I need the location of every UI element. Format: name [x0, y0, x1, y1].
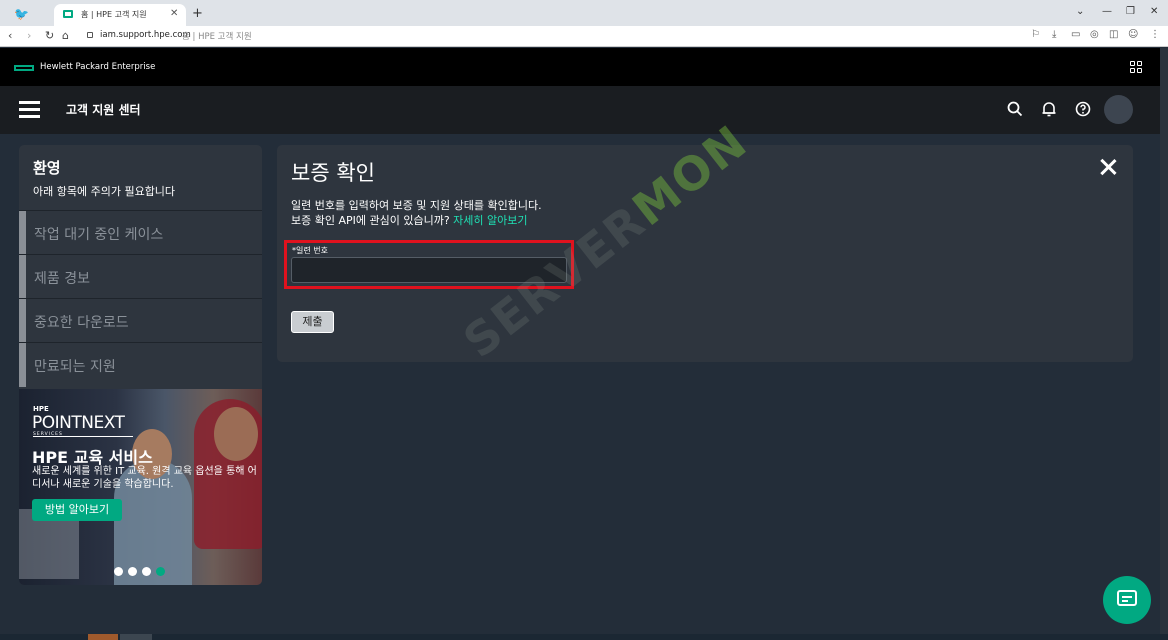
- sidebar-item-label: 만료되는 지원: [34, 359, 116, 375]
- bell-icon[interactable]: [1040, 100, 1058, 118]
- hamburger-menu-icon[interactable]: [19, 101, 40, 118]
- browser-tab-active[interactable]: 홈 | HPE 고객 지원 ✕: [54, 4, 186, 26]
- lock-icon: [87, 32, 93, 38]
- sidebar-item-indicator: [19, 299, 26, 343]
- sidebar-item-label: 작업 대기 중인 케이스: [34, 227, 164, 243]
- tab-close-icon[interactable]: ✕: [170, 8, 178, 19]
- page-title: 보증 확인: [291, 161, 375, 185]
- twitter-bird-icon: 🐦: [14, 7, 29, 21]
- download-icon[interactable]: ⤓: [1052, 29, 1056, 40]
- sidebar-item-product-alerts[interactable]: 제품 경보: [19, 254, 262, 299]
- browser-tab-inactive[interactable]: 🐦: [0, 4, 52, 26]
- welcome-panel: 환영 아래 항목에 주의가 필요합니다 작업 대기 중인 케이스 제품 경보 중…: [19, 145, 262, 585]
- restore-icon[interactable]: ❐: [1126, 6, 1135, 17]
- welcome-subtitle: 아래 항목에 주의가 필요합니다: [33, 185, 176, 198]
- close-icon[interactable]: [1100, 159, 1117, 175]
- serial-number-label: *일련 번호: [292, 246, 328, 255]
- sidebar-item-label: 중요한 다운로드: [34, 315, 129, 331]
- carousel-dot[interactable]: [142, 567, 151, 576]
- profile-icon[interactable]: ☺: [1128, 29, 1138, 40]
- warranty-api-note: 보증 확인 API에 관심이 있습니까? 자세히 알아보기: [291, 212, 528, 228]
- hpe-brand-name[interactable]: Hewlett Packard Enterprise: [40, 62, 155, 72]
- sidebar-icon[interactable]: ◫: [1109, 29, 1118, 40]
- carousel-dot[interactable]: [114, 567, 123, 576]
- carousel-dots: [114, 567, 174, 577]
- minimize-icon[interactable]: —: [1102, 6, 1112, 17]
- learn-how-button[interactable]: 방법 알아보기: [32, 499, 122, 521]
- forward-icon[interactable]: ›: [27, 29, 31, 42]
- chat-icon: [1117, 590, 1137, 606]
- sidebar-item-indicator: [19, 211, 26, 255]
- chat-icon-line: [1122, 596, 1132, 598]
- screenshot-icon[interactable]: ◎: [1090, 29, 1099, 40]
- banner-person-image: [214, 407, 258, 461]
- warranty-description: 일련 번호를 입력하여 보증 및 지원 상태를 확인합니다.: [291, 199, 542, 212]
- sidebar-item-indicator: [19, 343, 26, 387]
- banner-hpe-logo: HPE: [33, 405, 49, 413]
- hpe-logo-icon[interactable]: [14, 65, 34, 71]
- sidebar-item-important-downloads[interactable]: 중요한 다운로드: [19, 298, 262, 343]
- learn-more-link[interactable]: 자세히 알아보기: [453, 214, 527, 227]
- new-tab-icon[interactable]: +: [192, 6, 203, 21]
- taskbar-app[interactable]: [88, 634, 118, 640]
- banner-services-text: SERVICES: [33, 432, 63, 437]
- education-banner[interactable]: HPE POINTNEXT SERVICES HPE 교육 서비스 새로운 세계…: [19, 389, 262, 585]
- window-close-icon[interactable]: ✕: [1150, 6, 1158, 17]
- right-edge-strip: [1160, 48, 1168, 634]
- carousel-dot[interactable]: [128, 567, 137, 576]
- banner-pointnext-logo: POINTNEXT: [32, 413, 125, 433]
- site-header: 고객 지원 센터: [0, 86, 1168, 134]
- menu-dots-icon[interactable]: ⋮: [1150, 29, 1160, 40]
- url-field[interactable]: iam.support.hpe.com 홈 | HPE 고객 지원: [78, 28, 1048, 45]
- tab-list-icon[interactable]: ⌄: [1076, 6, 1084, 17]
- tab-title: 홈 | HPE 고객 지원: [81, 10, 147, 19]
- carousel-dot-active[interactable]: [156, 567, 165, 576]
- translate-icon[interactable]: ⚐: [1031, 29, 1040, 40]
- sidebar-item-pending-cases[interactable]: 작업 대기 중인 케이스: [19, 210, 262, 255]
- sidebar-item-indicator: [19, 255, 26, 299]
- browser-address-bar: ‹ › ↻ ⌂ iam.support.hpe.com 홈 | HPE 고객 지…: [0, 26, 1168, 47]
- home-icon[interactable]: ⌂: [62, 29, 69, 42]
- url-text: iam.support.hpe.com: [100, 30, 191, 40]
- hpe-brand-bar: Hewlett Packard Enterprise: [0, 48, 1168, 86]
- sidebar-item-label: 제품 경보: [34, 271, 90, 287]
- hpe-favicon-icon: [63, 10, 73, 18]
- welcome-title: 환영: [33, 159, 61, 177]
- submit-button[interactable]: 제출: [291, 311, 334, 333]
- browser-tab-bar: 🐦 홈 | HPE 고객 지원 ✕ + ⌄ — ❐ ✕: [0, 0, 1168, 26]
- banner-description: 새로운 세계를 위한 IT 교육. 원격 교육 옵션을 통해 어디서나 새로운 …: [32, 466, 257, 490]
- sidebar-item-expiring-support[interactable]: 만료되는 지원: [19, 342, 262, 387]
- help-icon[interactable]: [1074, 100, 1092, 118]
- api-note-text: 보증 확인 API에 관심이 있습니까?: [291, 214, 454, 227]
- chat-icon-line: [1122, 600, 1128, 602]
- back-icon[interactable]: ‹: [8, 29, 12, 42]
- app-grid-icon[interactable]: [1130, 61, 1143, 74]
- os-taskbar: [0, 634, 1168, 640]
- chat-button[interactable]: [1103, 576, 1151, 624]
- search-icon[interactable]: [1006, 100, 1024, 118]
- url-page-title: 홈 | HPE 고객 지원: [182, 32, 252, 42]
- reload-icon[interactable]: ↻: [45, 29, 54, 42]
- taskbar-app[interactable]: [120, 634, 152, 640]
- extension-icon[interactable]: ▭: [1071, 29, 1080, 40]
- avatar[interactable]: [1104, 95, 1133, 124]
- site-title[interactable]: 고객 지원 센터: [66, 101, 141, 118]
